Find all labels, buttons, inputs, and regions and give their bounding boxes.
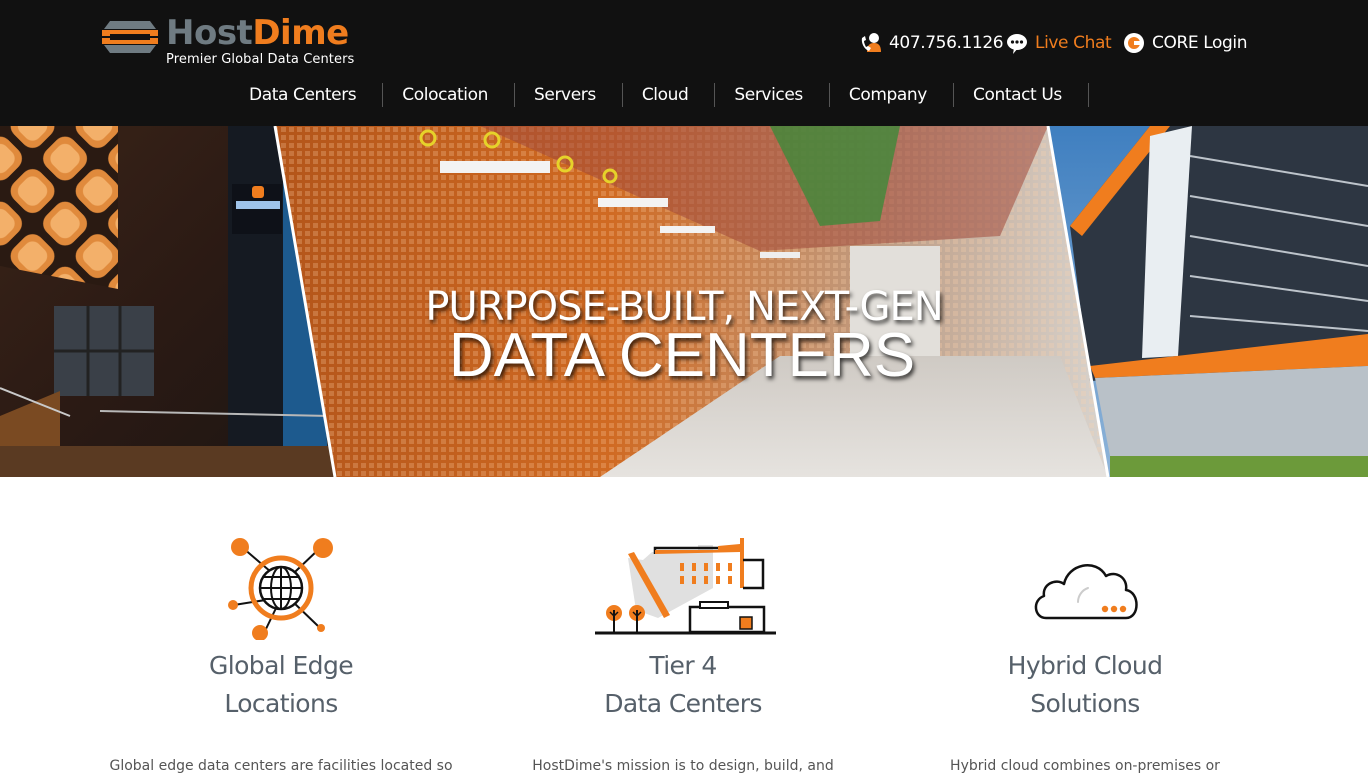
feature-description: Hybrid cloud combines on-premises or: [950, 758, 1220, 774]
logo-dime: Dime: [252, 13, 349, 53]
nav-item-cloud[interactable]: Cloud: [623, 83, 716, 107]
live-chat-link[interactable]: Live Chat: [1006, 30, 1112, 56]
feature-title-line1: Global Edge: [208, 651, 354, 680]
cloud-icon: [1034, 564, 1138, 620]
feature-title-line1: Tier 4: [649, 651, 717, 680]
core-login-link[interactable]: CORE Login: [1123, 30, 1247, 56]
feature-title-line2: Solutions: [1030, 689, 1140, 718]
nav-item-company[interactable]: Company: [830, 83, 954, 107]
nav-item-data-centers[interactable]: Data Centers: [230, 83, 384, 107]
phone-number: 407.756.1126: [889, 33, 1004, 53]
hero-title: DATA CENTERS: [448, 321, 916, 390]
feature-global-edge[interactable]: Global Edge Locations Global edge data c…: [81, 530, 481, 774]
logo-wordmark: HostDime: [166, 11, 349, 55]
phone-link[interactable]: 407.756.1126: [860, 30, 1004, 56]
main-nav: Data Centers Colocation Servers Cloud Se…: [230, 78, 1089, 112]
phone-user-icon: [861, 33, 881, 52]
logo-host: Host: [166, 13, 253, 53]
hostdime-logo-icon: [102, 21, 158, 53]
nav-item-services[interactable]: Services: [715, 83, 830, 107]
logo-tagline: Premier Global Data Centers: [166, 52, 355, 67]
data-center-building-icon: [595, 538, 776, 635]
feature-title-line2: Data Centers: [604, 689, 762, 718]
chat-bubble-icon: [1007, 34, 1027, 54]
site-header: HostDime Premier Global Data Centers 407…: [0, 0, 1368, 126]
feature-description: HostDime's mission is to design, build, …: [532, 758, 834, 774]
nav-item-contact-us[interactable]: Contact Us: [954, 83, 1089, 107]
hostdime-logo[interactable]: HostDime Premier Global Data Centers: [102, 13, 372, 72]
feature-title-line2: Locations: [224, 689, 338, 718]
feature-hybrid-cloud[interactable]: Hybrid Cloud Solutions Hybrid cloud comb…: [885, 530, 1285, 774]
feature-tier4[interactable]: Tier 4 Data Centers HostDime's mission i…: [483, 530, 883, 774]
feature-title-line1: Hybrid Cloud: [1007, 651, 1163, 680]
feature-title: Hybrid Cloud Solutions: [885, 647, 1285, 723]
feature-description: Global edge data centers are facilities …: [109, 758, 453, 774]
nav-item-servers[interactable]: Servers: [515, 83, 623, 107]
feature-title: Tier 4 Data Centers: [483, 647, 883, 723]
core-login-label: CORE Login: [1152, 33, 1248, 53]
hero-banner: PURPOSE-BUILT, NEXT-GEN DATA CENTERS: [0, 126, 1368, 477]
core-logo-icon: [1124, 33, 1144, 53]
nav-item-colocation[interactable]: Colocation: [383, 83, 516, 107]
globe-network-icon: [228, 538, 333, 640]
live-chat-label: Live Chat: [1035, 33, 1112, 53]
feature-title: Global Edge Locations: [81, 647, 481, 723]
